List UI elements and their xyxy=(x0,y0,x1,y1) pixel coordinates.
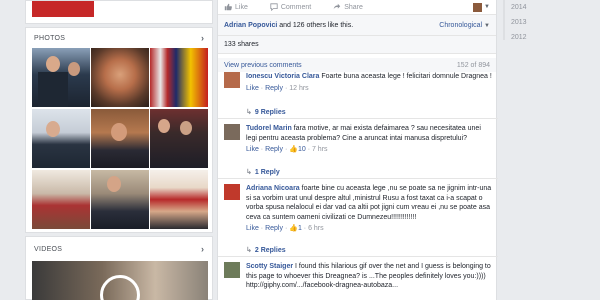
shares-row: 133 shares xyxy=(218,36,496,54)
like-link[interactable]: Like xyxy=(246,225,259,232)
comment-time[interactable]: 7 hrs xyxy=(312,146,328,153)
divider xyxy=(218,118,498,119)
divider xyxy=(218,256,498,257)
reply-link[interactable]: Reply xyxy=(265,225,283,232)
comment-time[interactable]: 6 hrs xyxy=(308,225,324,232)
replies-link[interactable]: ↳ 2 Replies xyxy=(246,246,286,255)
commenter-name[interactable]: Ionescu Victoria Clara xyxy=(246,73,319,80)
video-thumb[interactable] xyxy=(32,261,208,300)
comment-meta: Like · Reply · 👍10 · 7 hrs xyxy=(246,146,328,153)
post-actions: Like Comment Share ▼ xyxy=(218,0,496,14)
photo-thumb[interactable] xyxy=(150,170,208,229)
shares-count[interactable]: 133 shares xyxy=(224,41,259,48)
replies-link[interactable]: ↳ 1 Reply xyxy=(246,168,280,177)
comment-button[interactable]: Comment xyxy=(270,3,311,11)
like-count[interactable]: 👍1 xyxy=(289,225,302,232)
avatar[interactable] xyxy=(224,72,240,88)
post-panel: Like Comment Share ▼ Adrian Popovici and… xyxy=(217,0,498,300)
thumbs-up-icon: 👍 xyxy=(289,225,298,232)
reply-link[interactable]: Reply xyxy=(265,85,283,92)
videos-title[interactable]: VIDEOS xyxy=(34,246,62,253)
chevron-right-icon[interactable]: › xyxy=(201,33,204,43)
comment-count: 152 of 894 xyxy=(456,61,490,69)
cover-image[interactable] xyxy=(32,1,94,17)
comment-meta: Like · Reply · 12 hrs xyxy=(246,84,309,92)
commenter-name[interactable]: Adriana Nicoara xyxy=(246,185,300,192)
year-link[interactable]: 2013 xyxy=(509,15,569,30)
year-nav: 2014 2013 2012 xyxy=(509,0,569,45)
avatar[interactable] xyxy=(224,124,240,140)
view-previous-link[interactable]: View previous comments xyxy=(224,62,302,69)
share-icon xyxy=(333,3,341,10)
likes-summary: Adrian Popovici and 126 others like this… xyxy=(218,14,496,36)
photo-grid xyxy=(32,48,208,229)
photo-thumb[interactable] xyxy=(32,170,90,229)
like-button[interactable]: Like xyxy=(224,3,248,11)
comment-icon xyxy=(270,3,278,11)
commenter-name[interactable]: Scotty Staiger xyxy=(246,263,293,270)
photo-thumb[interactable] xyxy=(91,109,149,168)
thumbs-up-icon: 👍 xyxy=(289,146,298,153)
thumbs-up-icon xyxy=(224,3,232,11)
cover-card xyxy=(25,0,213,24)
chevron-down-icon: ▼ xyxy=(484,4,490,10)
comment-time[interactable]: 12 hrs xyxy=(289,85,308,92)
comment-meta: Like · Reply · 👍1 · 6 hrs xyxy=(246,225,324,232)
order-dropdown[interactable]: Chronological ▼ xyxy=(439,22,490,29)
share-button[interactable]: Share xyxy=(333,3,363,11)
chevron-down-icon: ▼ xyxy=(484,22,490,29)
timeline-divider xyxy=(503,0,505,40)
likes-text: and 126 others like this. xyxy=(279,21,354,29)
like-count[interactable]: 👍10 xyxy=(289,146,306,153)
play-icon[interactable] xyxy=(100,275,140,300)
liker-link[interactable]: Adrian Popovici xyxy=(224,22,277,29)
reply-arrow-icon: ↳ xyxy=(246,247,252,254)
comment-text: Foarte buna aceasta lege ! felicitari do… xyxy=(321,73,492,80)
avatar[interactable] xyxy=(224,262,240,278)
photo-thumb[interactable] xyxy=(150,109,208,168)
replies-link[interactable]: ↳ 9 Replies xyxy=(246,108,286,117)
photos-title[interactable]: PHOTOS xyxy=(34,35,65,42)
left-column: PHOTOS › VIDEOS › xyxy=(25,0,213,300)
chevron-right-icon[interactable]: › xyxy=(201,244,204,254)
commenter-name[interactable]: Tudorel Marin xyxy=(246,125,292,132)
photo-thumb[interactable] xyxy=(91,170,149,229)
photo-thumb[interactable] xyxy=(32,109,90,168)
view-previous-row: View previous comments 152 of 894 xyxy=(218,58,496,72)
avatar[interactable] xyxy=(224,184,240,200)
photos-card: PHOTOS › xyxy=(25,27,213,233)
reply-arrow-icon: ↳ xyxy=(246,169,252,176)
like-link[interactable]: Like xyxy=(246,85,259,92)
reply-link[interactable]: Reply xyxy=(265,146,283,153)
photo-thumb[interactable] xyxy=(91,48,149,107)
year-link[interactable]: 2012 xyxy=(509,30,569,45)
photo-thumb[interactable] xyxy=(32,48,90,107)
divider xyxy=(218,178,498,179)
page-avatar xyxy=(473,2,483,12)
like-link[interactable]: Like xyxy=(246,146,259,153)
videos-card: VIDEOS › xyxy=(25,236,213,300)
year-link[interactable]: 2014 xyxy=(509,0,569,15)
post-as-selector[interactable]: ▼ xyxy=(473,2,490,12)
photo-thumb[interactable] xyxy=(150,48,208,107)
reply-arrow-icon: ↳ xyxy=(246,109,252,116)
